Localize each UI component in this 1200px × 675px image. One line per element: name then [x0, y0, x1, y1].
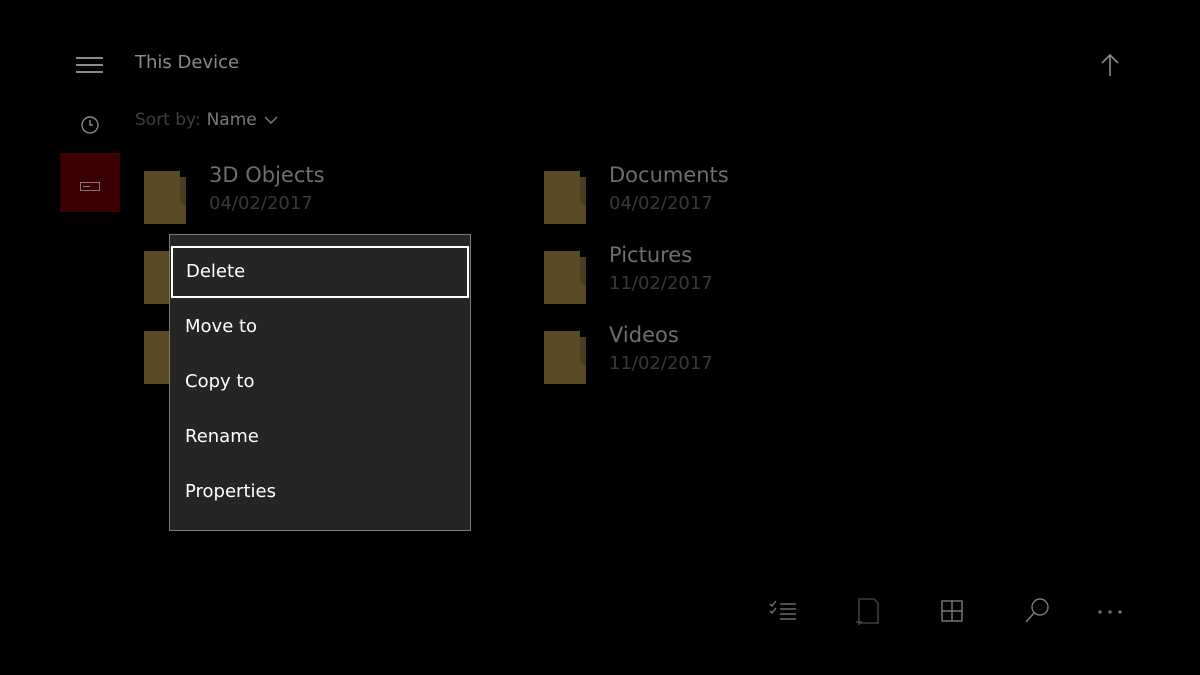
folder-date: 11/02/2017 [609, 353, 713, 374]
menu-item-move-to[interactable]: Move to [171, 301, 469, 353]
hamburger-menu-icon[interactable] [76, 55, 104, 75]
more-icon[interactable] [1096, 596, 1126, 626]
folder-date: 04/02/2017 [609, 193, 713, 214]
file-explorer-screen: This Device Sort by: Name 3D Objects 04/… [0, 0, 1200, 675]
folder-icon [544, 171, 586, 224]
folder-name: 3D Objects [209, 163, 325, 187]
folder-icon [544, 251, 586, 304]
drive-icon [80, 177, 100, 191]
folder-item[interactable]: Pictures 11/02/2017 [544, 243, 924, 305]
page-title: This Device [135, 52, 240, 73]
multi-select-icon[interactable] [768, 596, 798, 626]
sort-value: Name [206, 110, 257, 130]
menu-item-rename[interactable]: Rename [171, 411, 469, 463]
folder-item[interactable]: Documents 04/02/2017 [544, 163, 924, 225]
sort-label: Sort by: [135, 110, 201, 130]
up-arrow-icon[interactable] [1098, 52, 1122, 78]
search-icon[interactable] [1022, 596, 1052, 626]
folder-name: Documents [609, 163, 729, 187]
folder-item[interactable]: Videos 11/02/2017 [544, 323, 924, 385]
clock-icon[interactable] [80, 115, 100, 135]
nav-item-this-device[interactable] [60, 153, 120, 212]
context-menu: Delete Move to Copy to Rename Properties [169, 234, 471, 531]
sort-dropdown[interactable]: Sort by: Name [135, 110, 279, 130]
menu-item-copy-to[interactable]: Copy to [171, 356, 469, 408]
folder-icon [144, 171, 186, 224]
grid-view-icon[interactable] [938, 596, 968, 626]
folder-date: 11/02/2017 [609, 273, 713, 294]
new-folder-icon[interactable] [854, 596, 884, 626]
menu-item-delete[interactable]: Delete [171, 246, 469, 298]
chevron-down-icon [263, 110, 279, 130]
folder-icon [544, 331, 586, 384]
folder-item[interactable]: 3D Objects 04/02/2017 [144, 163, 524, 225]
folder-date: 04/02/2017 [209, 193, 313, 214]
folder-name: Pictures [609, 243, 693, 267]
menu-item-properties[interactable]: Properties [171, 466, 469, 518]
folder-name: Videos [609, 323, 679, 347]
